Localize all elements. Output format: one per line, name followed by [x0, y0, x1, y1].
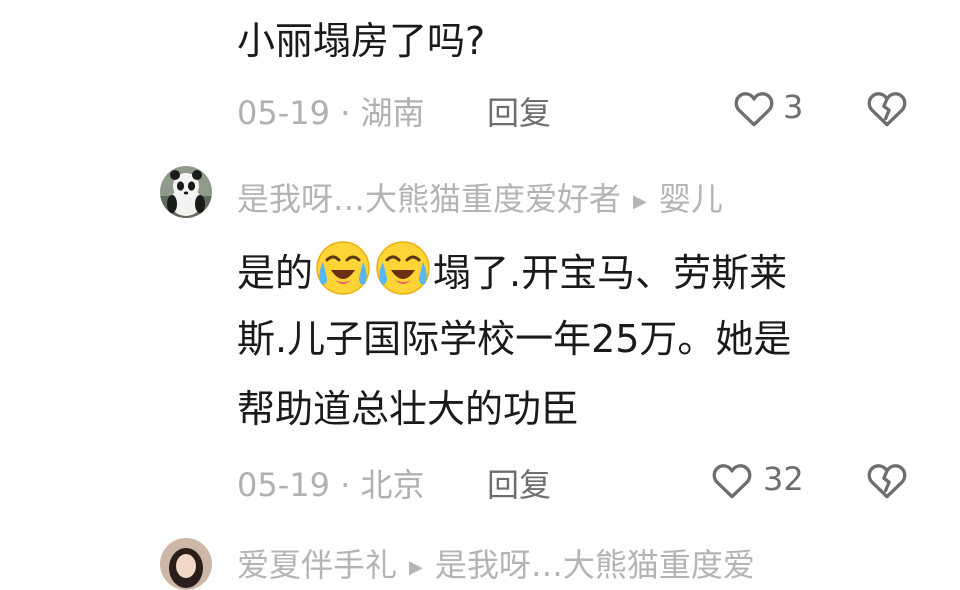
- avatar[interactable]: [160, 538, 212, 590]
- like-count: 3: [783, 88, 804, 126]
- comment-text-line-2: 斯.儿子国际学校一年25万。她是: [237, 317, 792, 361]
- reply-arrow-icon: ▶: [633, 190, 647, 212]
- comment-meta: 05-19 · 北京: [237, 460, 425, 506]
- meta-separator: ·: [340, 466, 351, 504]
- comment-text-line-1: 是的 塌了.开宝马、劳斯莱: [237, 240, 787, 298]
- reply-button[interactable]: 回复: [487, 460, 551, 506]
- like-button[interactable]: 3: [733, 88, 823, 128]
- like-count: 32: [763, 460, 804, 498]
- dislike-button[interactable]: [866, 460, 908, 500]
- broken-heart-icon: [866, 460, 908, 500]
- comment-date: 05-19: [237, 466, 330, 504]
- avatar[interactable]: [160, 166, 212, 218]
- comment-author-line: 是我呀…大熊猫重度爱好者 ▶ 婴儿: [237, 174, 723, 220]
- crying-laughing-emoji-icon: [375, 240, 431, 296]
- crying-laughing-emoji-icon: [315, 240, 371, 296]
- reply-arrow-icon: ▶: [409, 556, 423, 578]
- heart-icon: [711, 460, 753, 500]
- comment-meta: 05-19 · 湖南: [237, 88, 425, 134]
- like-button[interactable]: 32: [711, 460, 821, 500]
- dislike-button[interactable]: [866, 88, 908, 128]
- comment-text: 小丽塌房了吗?: [237, 19, 486, 63]
- broken-heart-icon: [866, 88, 908, 128]
- comment-location: 北京: [360, 466, 425, 504]
- author-name[interactable]: 是我呀…大熊猫重度爱好者: [237, 180, 621, 218]
- heart-icon: [733, 88, 775, 128]
- meta-separator: ·: [340, 94, 351, 132]
- comment-author-line: 爱夏伴手礼 ▶ 是我呀…大熊猫重度爱: [237, 540, 755, 586]
- comment-text-segment: 塌了.开宝马、劳斯莱: [433, 251, 788, 295]
- author-name[interactable]: 爱夏伴手礼: [237, 546, 397, 584]
- comment-text-segment: 是的: [237, 251, 314, 295]
- comment-date: 05-19: [237, 94, 330, 132]
- reply-button[interactable]: 回复: [487, 88, 551, 134]
- reply-to-name[interactable]: 是我呀…大熊猫重度爱: [435, 546, 755, 584]
- reply-to-name[interactable]: 婴儿: [659, 180, 723, 218]
- comment-text-line-3: 帮助道总壮大的功臣: [237, 387, 580, 431]
- comment-location: 湖南: [360, 94, 425, 132]
